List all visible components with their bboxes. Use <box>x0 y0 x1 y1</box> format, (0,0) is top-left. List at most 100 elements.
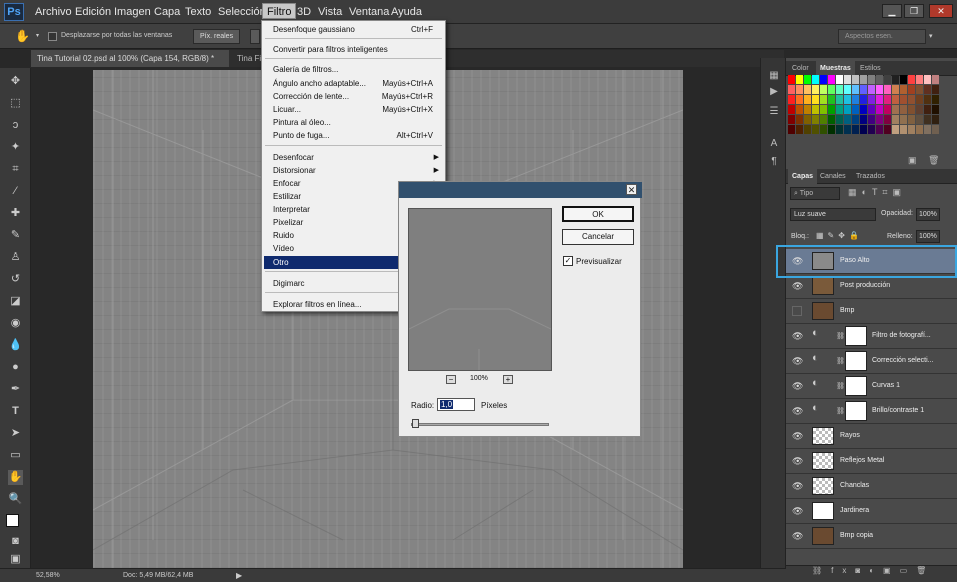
menu-ventana[interactable]: Ventana <box>349 4 389 20</box>
menu-filtro[interactable]: Filtro <box>262 3 297 19</box>
color-swatch[interactable] <box>900 75 907 84</box>
color-swatch[interactable] <box>908 85 915 94</box>
color-swatch[interactable] <box>820 125 827 134</box>
status-arrow-icon[interactable]: ▶ <box>236 571 242 580</box>
workspace-select[interactable]: Aspectos esen. <box>838 29 926 44</box>
layer-mask-thumbnail[interactable] <box>845 376 867 396</box>
layer-row[interactable]: 👁 ◐ ⛓ Corrección selecti... <box>786 349 957 374</box>
tab-color[interactable]: Color <box>788 61 813 76</box>
color-swatch[interactable] <box>924 75 931 84</box>
blend-mode-select[interactable]: Luz suave <box>790 208 876 221</box>
filter-menu-item[interactable]: Desenfocar ▶ <box>264 151 443 164</box>
color-swatch[interactable] <box>876 75 883 84</box>
layer-row[interactable]: 👁 Bmp copia <box>786 524 957 549</box>
fit-screen-button[interactable] <box>250 29 260 44</box>
restore-button[interactable]: ❐ <box>904 4 924 18</box>
eye-icon[interactable]: 👁 <box>792 381 803 391</box>
menu-capa[interactable]: Capa <box>154 4 180 20</box>
color-swatch[interactable] <box>836 85 843 94</box>
color-swatch[interactable] <box>924 125 931 134</box>
color-swatch[interactable] <box>876 115 883 124</box>
color-swatch[interactable] <box>836 95 843 104</box>
pen-tool-icon[interactable]: ✒ <box>8 382 23 397</box>
color-swatch[interactable] <box>884 85 891 94</box>
color-swatch[interactable] <box>804 85 811 94</box>
color-swatch[interactable] <box>820 75 827 84</box>
new-swatch-icon[interactable]: ▣ <box>908 155 917 166</box>
color-swatch[interactable] <box>860 85 867 94</box>
color-swatch[interactable] <box>884 115 891 124</box>
tab-swatches[interactable]: Muestras <box>816 61 855 76</box>
color-swatch[interactable] <box>908 75 915 84</box>
layer-row[interactable]: 👁 ◐ ⛓ Brillo/contraste 1 <box>786 399 957 424</box>
color-swatch[interactable] <box>900 125 907 134</box>
history-panel-icon[interactable]: ▦ <box>767 70 781 84</box>
radius-slider-track[interactable] <box>411 423 549 426</box>
layer-thumbnail[interactable] <box>812 302 834 320</box>
color-swatch[interactable] <box>868 115 875 124</box>
color-swatch[interactable] <box>844 85 851 94</box>
layer-row[interactable]: 👁 Reflejos Metal <box>786 449 957 474</box>
menu-texto[interactable]: Texto <box>185 4 211 20</box>
layer-mask-thumbnail[interactable] <box>845 326 867 346</box>
color-swatch[interactable] <box>804 105 811 114</box>
color-swatch[interactable] <box>916 105 923 114</box>
hand-tool-icon[interactable]: ✋ <box>8 470 23 485</box>
tab-channels[interactable]: Canales <box>816 169 850 184</box>
layer-row[interactable]: 👁 ◐ ⛓ Curvas 1 <box>786 374 957 399</box>
filter-icons[interactable]: ▦◐T⌗▣ <box>848 187 906 198</box>
color-swatch[interactable] <box>868 125 875 134</box>
layer-thumbnail[interactable] <box>812 277 834 295</box>
close-icon[interactable]: ✕ <box>626 184 637 195</box>
color-swatch[interactable] <box>892 125 899 134</box>
color-swatch[interactable] <box>812 115 819 124</box>
color-swatch[interactable] <box>804 125 811 134</box>
color-swatch[interactable] <box>796 115 803 124</box>
color-swatch[interactable] <box>812 105 819 114</box>
opacity-input[interactable]: 100% <box>916 208 940 221</box>
color-swatch[interactable] <box>868 85 875 94</box>
eyedropper-icon[interactable]: ⁄ <box>8 184 23 199</box>
rectangle-tool-icon[interactable]: ▭ <box>8 448 23 463</box>
preview-checkbox[interactable]: ✓ <box>563 256 573 266</box>
color-swatch[interactable] <box>804 95 811 104</box>
color-swatch[interactable] <box>820 95 827 104</box>
radius-slider-thumb[interactable] <box>412 419 420 428</box>
layer-mask-thumbnail[interactable] <box>845 401 867 421</box>
color-swatch[interactable] <box>852 115 859 124</box>
dialog-titlebar[interactable] <box>399 182 642 198</box>
tab-document-1[interactable]: Tina Tutorial 02.psd al 100% (Capa 154, … <box>31 50 229 67</box>
menu-seleccion[interactable]: Selección <box>218 4 266 20</box>
brush-tool-icon[interactable]: ✎ <box>8 228 23 243</box>
color-swatch[interactable] <box>876 125 883 134</box>
color-swatch[interactable] <box>852 85 859 94</box>
color-swatch[interactable] <box>900 95 907 104</box>
color-swatch[interactable] <box>908 105 915 114</box>
clone-stamp-icon[interactable]: ♙ <box>8 250 23 265</box>
fill-input[interactable]: 100% <box>916 230 940 243</box>
layer-row[interactable]: 👁 Chanclas <box>786 474 957 499</box>
color-swatch[interactable] <box>932 115 939 124</box>
paragraph-panel-icon[interactable]: ¶ <box>767 156 781 170</box>
filter-menu-item[interactable]: Punto de fuga... Alt+Ctrl+V <box>264 129 443 142</box>
color-swatch[interactable] <box>804 75 811 84</box>
crop-tool-icon[interactable]: ⌗ <box>8 162 23 177</box>
color-swatch[interactable] <box>884 95 891 104</box>
color-swatch[interactable] <box>812 125 819 134</box>
link-icon[interactable]: ⛓ <box>836 357 845 365</box>
blur-tool-icon[interactable]: 💧 <box>8 338 23 353</box>
color-swatch[interactable] <box>884 105 891 114</box>
radius-input[interactable]: 1,0 <box>437 398 475 411</box>
color-swatch[interactable] <box>796 75 803 84</box>
color-swatch[interactable] <box>828 75 835 84</box>
color-swatch[interactable] <box>788 105 795 114</box>
filter-menu-item[interactable]: Ángulo ancho adaptable... Mayús+Ctrl+A <box>264 77 443 90</box>
color-swatch[interactable] <box>812 85 819 94</box>
menu-edicion[interactable]: Edición <box>75 4 111 20</box>
filter-menu-item[interactable]: Convertir para filtros inteligentes <box>264 43 443 56</box>
filter-menu-item[interactable]: Distorsionar ▶ <box>264 164 443 177</box>
magic-wand-icon[interactable]: ✦ <box>8 140 23 155</box>
color-swatch[interactable] <box>916 75 923 84</box>
color-swatch[interactable] <box>916 85 923 94</box>
layer-thumbnail[interactable]: ◐ <box>812 327 832 345</box>
